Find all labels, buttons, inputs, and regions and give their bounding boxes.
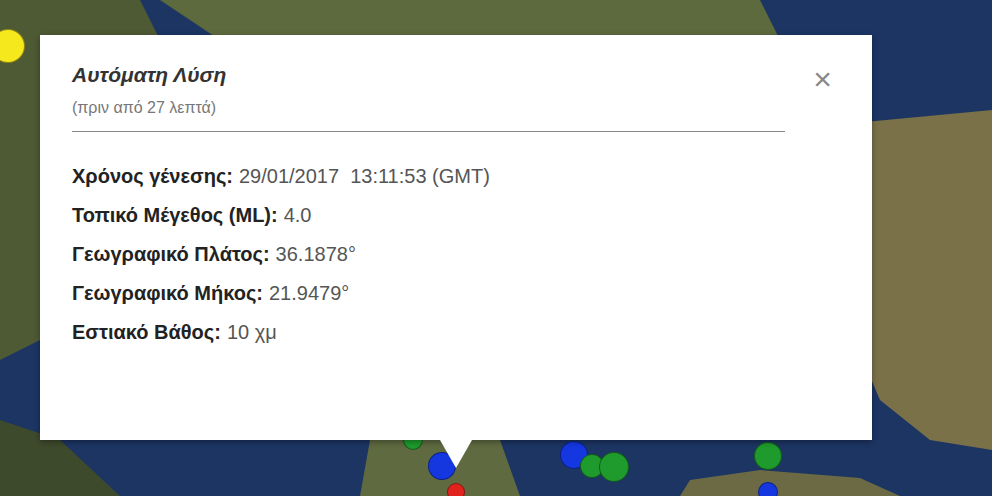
popup-title: Αυτόματη Λύση [72,63,226,87]
info-value: 36.1878° [276,242,356,267]
info-row: Γεωγραφικό Μήκος: 21.9479° [72,281,832,306]
map[interactable]: Αυτόματη Λύση (πριν από 27 λεπτά) × Χρόν… [0,0,992,496]
info-row: Γεωγραφικό Πλάτος: 36.1878° [72,242,832,267]
divider [72,131,785,132]
close-button[interactable]: × [813,63,832,95]
earthquake-marker[interactable] [599,452,629,482]
info-label: Τοπικό Μέγεθος (ML): [72,203,278,228]
info-row: Χρόνος γένεσης: 29/01/2017 13:11:53 (GMT… [72,164,832,189]
popup-subtitle: (πριν από 27 λεπτά) [72,99,226,117]
info-label: Εστιακό Βάθος: [72,320,221,345]
popup-pointer [440,440,472,468]
info-label: Γεωγραφικό Πλάτος: [72,242,270,267]
info-value: 4.0 [284,203,312,228]
earthquake-marker[interactable] [754,442,782,470]
earthquake-marker[interactable] [447,483,465,496]
info-row: Εστιακό Βάθος: 10 χμ [72,320,832,345]
info-value: 10 χμ [227,320,277,345]
info-label: Χρόνος γένεσης: [72,164,233,189]
info-row: Τοπικό Μέγεθος (ML): 4.0 [72,203,832,228]
info-popup: Αυτόματη Λύση (πριν από 27 λεπτά) × Χρόν… [40,35,872,440]
info-value: 29/01/2017 13:11:53 (GMT) [239,164,490,189]
info-label: Γεωγραφικό Μήκος: [72,281,263,306]
earthquake-marker[interactable] [758,482,778,496]
info-value: 21.9479° [269,281,349,306]
